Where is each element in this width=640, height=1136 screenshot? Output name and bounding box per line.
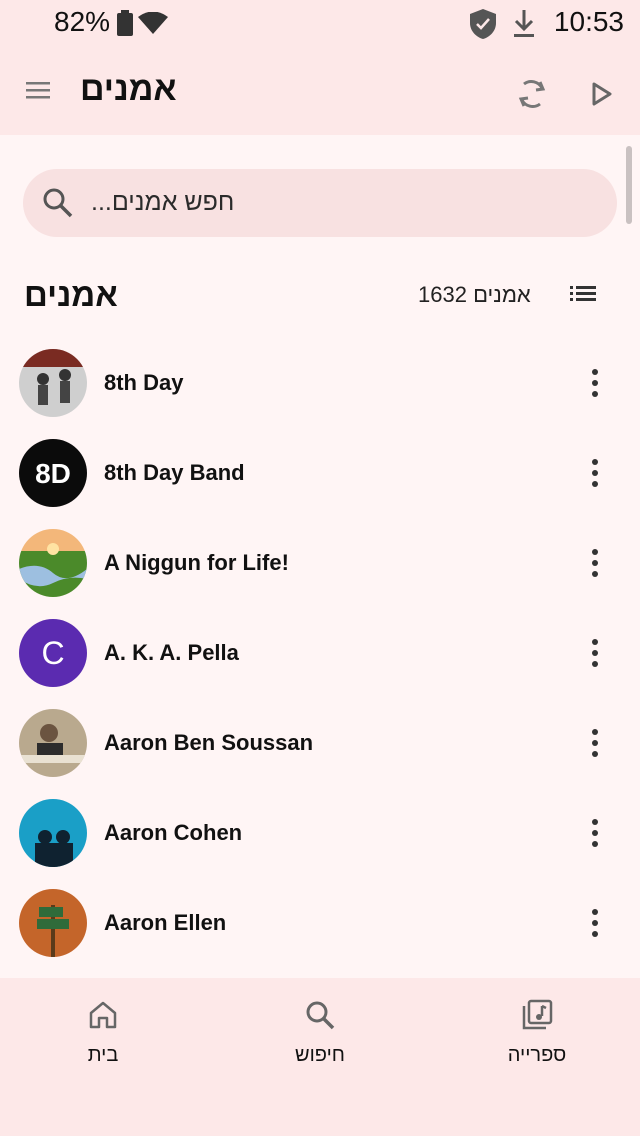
battery-icon	[117, 10, 133, 36]
avatar-text: 8D	[35, 458, 71, 489]
app-bar: אמנים	[0, 50, 640, 135]
nav-search[interactable]: חיפוש	[250, 998, 390, 1088]
avatar	[19, 889, 87, 957]
artist-name: Aaron Ellen	[104, 910, 227, 935]
avatar: 8D	[19, 439, 87, 507]
more-options-icon[interactable]	[580, 903, 610, 943]
avatar	[19, 709, 87, 777]
artist-name: Aaron Cohen	[104, 820, 243, 845]
list-view-icon[interactable]	[568, 280, 600, 308]
status-bar: 82% 10:53	[0, 0, 640, 50]
list-item[interactable]: 8D 8th Day Band	[0, 428, 640, 518]
list-item[interactable]: Aaron Ellen	[0, 878, 640, 968]
artist-list: 8th Day 8D 8th Day Band A Niggun for Lif…	[0, 338, 640, 968]
avatar	[19, 799, 87, 867]
shield-icon	[470, 9, 496, 39]
wifi-icon	[138, 12, 168, 34]
search-icon	[43, 188, 73, 218]
search-icon	[306, 1001, 335, 1030]
avatar-letter: C	[41, 635, 64, 671]
home-icon	[89, 1001, 117, 1029]
download-icon	[514, 10, 534, 37]
nav-library[interactable]: ספרייה	[467, 998, 607, 1088]
more-options-icon[interactable]	[580, 363, 610, 403]
menu-icon[interactable]	[24, 78, 56, 106]
search-input[interactable]: חפש אמנים...	[23, 169, 617, 237]
screen: 82% 10:53 אמנים חפש אמנים... אמנים 1632 …	[0, 0, 640, 1136]
nav-search-label: חיפוש	[295, 1044, 345, 1066]
page-title: אמנים	[80, 70, 177, 108]
library-icon	[522, 999, 553, 1030]
avatar: C	[19, 619, 87, 687]
more-options-icon[interactable]	[580, 633, 610, 673]
nav-home-label: בית	[87, 1044, 119, 1066]
artist-name: A Niggun for Life!	[104, 550, 289, 575]
artist-name: Aaron Ben Soussan	[104, 730, 314, 755]
list-item[interactable]: Aaron Cohen	[0, 788, 640, 878]
bottom-nav: בית חיפוש ספרייה	[0, 978, 640, 1136]
status-time: 10:53	[553, 6, 624, 37]
sync-icon[interactable]	[512, 74, 552, 114]
list-item[interactable]: Aaron Ben Soussan	[0, 698, 640, 788]
section-title: אמנים	[24, 276, 118, 313]
battery-percent: 82%	[54, 6, 111, 37]
more-options-icon[interactable]	[580, 723, 610, 763]
play-icon[interactable]	[582, 74, 622, 114]
more-options-icon[interactable]	[580, 543, 610, 583]
more-options-icon[interactable]	[580, 453, 610, 493]
avatar	[19, 349, 87, 417]
list-item[interactable]: A Niggun for Life!	[0, 518, 640, 608]
artist-count: 1632 אמנים	[418, 282, 531, 307]
scrollbar[interactable]	[626, 146, 632, 224]
nav-library-label: ספרייה	[507, 1044, 567, 1066]
search-placeholder: חפש אמנים...	[91, 188, 235, 216]
avatar	[19, 529, 87, 597]
list-item[interactable]: 8th Day	[0, 338, 640, 428]
list-item[interactable]: C A. K. A. Pella	[0, 608, 640, 698]
artist-name: 8th Day	[104, 370, 184, 395]
nav-home[interactable]: בית	[33, 998, 173, 1088]
artist-name: A. K. A. Pella	[104, 640, 239, 665]
artist-name: 8th Day Band	[104, 460, 245, 485]
more-options-icon[interactable]	[580, 813, 610, 853]
